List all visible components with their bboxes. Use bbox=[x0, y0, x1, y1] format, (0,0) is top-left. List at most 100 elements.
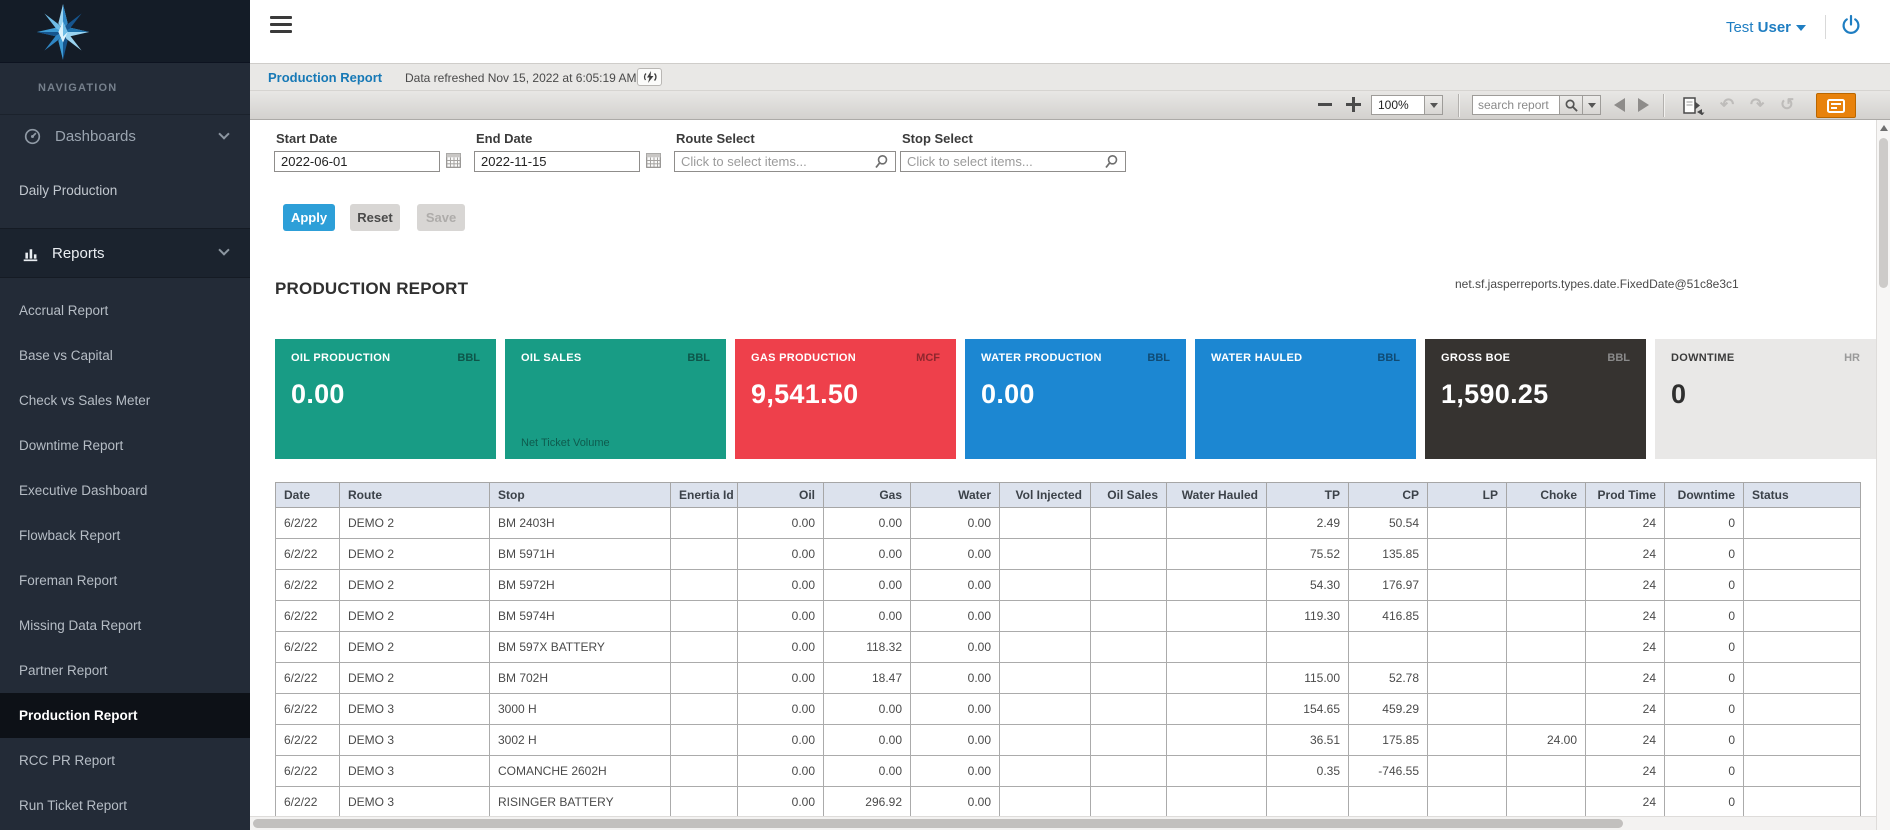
vertical-scrollbar[interactable] bbox=[1876, 120, 1890, 830]
cell-lp bbox=[1428, 787, 1507, 817]
export-button[interactable] bbox=[1678, 94, 1710, 117]
cell-date: 6/2/22 bbox=[276, 632, 340, 663]
header-divider bbox=[1825, 15, 1826, 39]
cell-cp: -746.55 bbox=[1349, 756, 1428, 787]
cell-enertia-id bbox=[671, 787, 738, 817]
data-snapshot-toggle-button[interactable] bbox=[1816, 93, 1856, 118]
cell-oil-sales bbox=[1091, 725, 1167, 756]
breadcrumb[interactable]: Production Report bbox=[268, 70, 382, 85]
horizontal-scrollbar-thumb[interactable] bbox=[253, 819, 1623, 828]
cell-vol-injected bbox=[1000, 694, 1091, 725]
reset-button[interactable]: Reset bbox=[350, 204, 400, 231]
sidebar-item-dashboards[interactable]: Dashboards bbox=[0, 114, 250, 158]
kpi-card-unit: BBL bbox=[1607, 352, 1630, 364]
sidebar-item-daily-production[interactable]: Daily Production bbox=[0, 172, 250, 208]
kpi-card-unit: BBL bbox=[1147, 352, 1170, 364]
previous-page-icon[interactable] bbox=[1614, 98, 1625, 112]
cell-vol-injected bbox=[1000, 725, 1091, 756]
user-first-name: Test bbox=[1726, 19, 1754, 36]
cell-status bbox=[1744, 539, 1861, 570]
cell-enertia-id bbox=[671, 725, 738, 756]
chevron-down-icon bbox=[1430, 103, 1438, 108]
cell-lp bbox=[1428, 570, 1507, 601]
sidebar-item-production-report[interactable]: Production Report bbox=[0, 693, 250, 738]
kpi-card-gas-production: GAS PRODUCTIONMCF9,541.50 bbox=[735, 339, 956, 459]
sidebar-item-executive-dashboard[interactable]: Executive Dashboard bbox=[0, 468, 250, 513]
apply-button[interactable]: Apply bbox=[283, 204, 335, 231]
cell-gas: 18.47 bbox=[824, 663, 911, 694]
menu-toggle-icon[interactable] bbox=[270, 16, 292, 33]
cell-vol-injected bbox=[1000, 601, 1091, 632]
kpi-card-unit: BBL bbox=[687, 352, 710, 364]
cell-water-hauled bbox=[1167, 508, 1267, 539]
scroll-up-icon[interactable] bbox=[1880, 125, 1888, 131]
cell-oil-sales bbox=[1091, 663, 1167, 694]
cell-water: 0.00 bbox=[911, 632, 1000, 663]
next-page-icon[interactable] bbox=[1638, 98, 1649, 112]
horizontal-scrollbar[interactable] bbox=[250, 816, 1876, 830]
user-last-name: User bbox=[1758, 19, 1791, 36]
sidebar-item-missing-data-report[interactable]: Missing Data Report bbox=[0, 603, 250, 648]
table-row: 6/2/22DEMO 33002 H0.000.000.0036.51175.8… bbox=[276, 725, 1861, 756]
search-input[interactable] bbox=[1472, 95, 1560, 115]
sidebar-item-accrual-report[interactable]: Accrual Report bbox=[0, 288, 250, 333]
column-header-lp: LP bbox=[1428, 483, 1507, 508]
route-select-input[interactable] bbox=[674, 151, 896, 172]
kpi-card-title: WATER PRODUCTION bbox=[981, 352, 1102, 364]
cell-gas: 0.00 bbox=[824, 725, 911, 756]
cell-tp: 2.49 bbox=[1267, 508, 1349, 539]
cell-water: 0.00 bbox=[911, 508, 1000, 539]
search-options-dropdown[interactable] bbox=[1582, 95, 1601, 115]
refresh-data-button[interactable] bbox=[637, 68, 662, 86]
cell-downtime: 0 bbox=[1665, 632, 1744, 663]
sidebar-item-run-ticket-report[interactable]: Run Ticket Report bbox=[0, 783, 250, 828]
start-date-calendar-button[interactable] bbox=[446, 153, 462, 169]
logout-power-button[interactable] bbox=[1840, 14, 1862, 41]
cell-downtime: 0 bbox=[1665, 725, 1744, 756]
zoom-level-dropdown[interactable] bbox=[1424, 95, 1443, 115]
cell-water: 0.00 bbox=[911, 694, 1000, 725]
sidebar-item-reports[interactable]: Reports bbox=[0, 228, 250, 278]
zoom-out-icon[interactable] bbox=[1318, 103, 1332, 106]
cell-prod-time: 24 bbox=[1586, 725, 1665, 756]
stop-select-input[interactable] bbox=[900, 151, 1126, 172]
cell-status bbox=[1744, 570, 1861, 601]
sidebar-item-check-vs-sales-meter[interactable]: Check vs Sales Meter bbox=[0, 378, 250, 423]
cell-choke bbox=[1507, 508, 1586, 539]
start-date-input[interactable] bbox=[274, 151, 440, 172]
search-button[interactable] bbox=[1559, 95, 1583, 115]
sidebar-item-downtime-report[interactable]: Downtime Report bbox=[0, 423, 250, 468]
save-button[interactable]: Save bbox=[417, 204, 465, 231]
sidebar-item-base-vs-capital[interactable]: Base vs Capital bbox=[0, 333, 250, 378]
cell-lp bbox=[1428, 725, 1507, 756]
cell-stop: BM 597X BATTERY bbox=[490, 632, 671, 663]
undo-all-button[interactable]: ↺ bbox=[1780, 92, 1794, 118]
zoom-level-value[interactable]: 100% bbox=[1371, 95, 1425, 115]
kpi-card-title: OIL SALES bbox=[521, 352, 582, 364]
app-logo[interactable] bbox=[0, 0, 250, 63]
page-title: PRODUCTION REPORT bbox=[275, 279, 468, 299]
redo-button[interactable]: ↷ bbox=[1750, 92, 1764, 118]
cell-oil-sales bbox=[1091, 787, 1167, 817]
cell-lp bbox=[1428, 632, 1507, 663]
end-date-input[interactable] bbox=[474, 151, 640, 172]
cell-water: 0.00 bbox=[911, 756, 1000, 787]
cell-date: 6/2/22 bbox=[276, 601, 340, 632]
table-row: 6/2/22DEMO 33000 H0.000.000.00154.65459.… bbox=[276, 694, 1861, 725]
cell-tp: 75.52 bbox=[1267, 539, 1349, 570]
sidebar-item-partner-report[interactable]: Partner Report bbox=[0, 648, 250, 693]
sidebar-item-flowback-report[interactable]: Flowback Report bbox=[0, 513, 250, 558]
end-date-calendar-button[interactable] bbox=[646, 153, 662, 169]
sidebar-item-foreman-report[interactable]: Foreman Report bbox=[0, 558, 250, 603]
cell-stop: BM 5971H bbox=[490, 539, 671, 570]
zoom-in-icon[interactable] bbox=[1346, 97, 1361, 112]
cell-oil: 0.00 bbox=[738, 539, 824, 570]
undo-button[interactable]: ↶ bbox=[1720, 92, 1734, 118]
cell-water-hauled bbox=[1167, 632, 1267, 663]
report-view-icon bbox=[1827, 99, 1845, 113]
sidebar-item-rcc-pr-report[interactable]: RCC PR Report bbox=[0, 738, 250, 783]
kpi-card-footer: Net Ticket Volume bbox=[521, 437, 610, 449]
vertical-scrollbar-thumb[interactable] bbox=[1879, 138, 1888, 288]
user-menu[interactable]: Test User bbox=[1726, 19, 1806, 36]
kpi-card-value: 0.00 bbox=[981, 379, 1170, 410]
